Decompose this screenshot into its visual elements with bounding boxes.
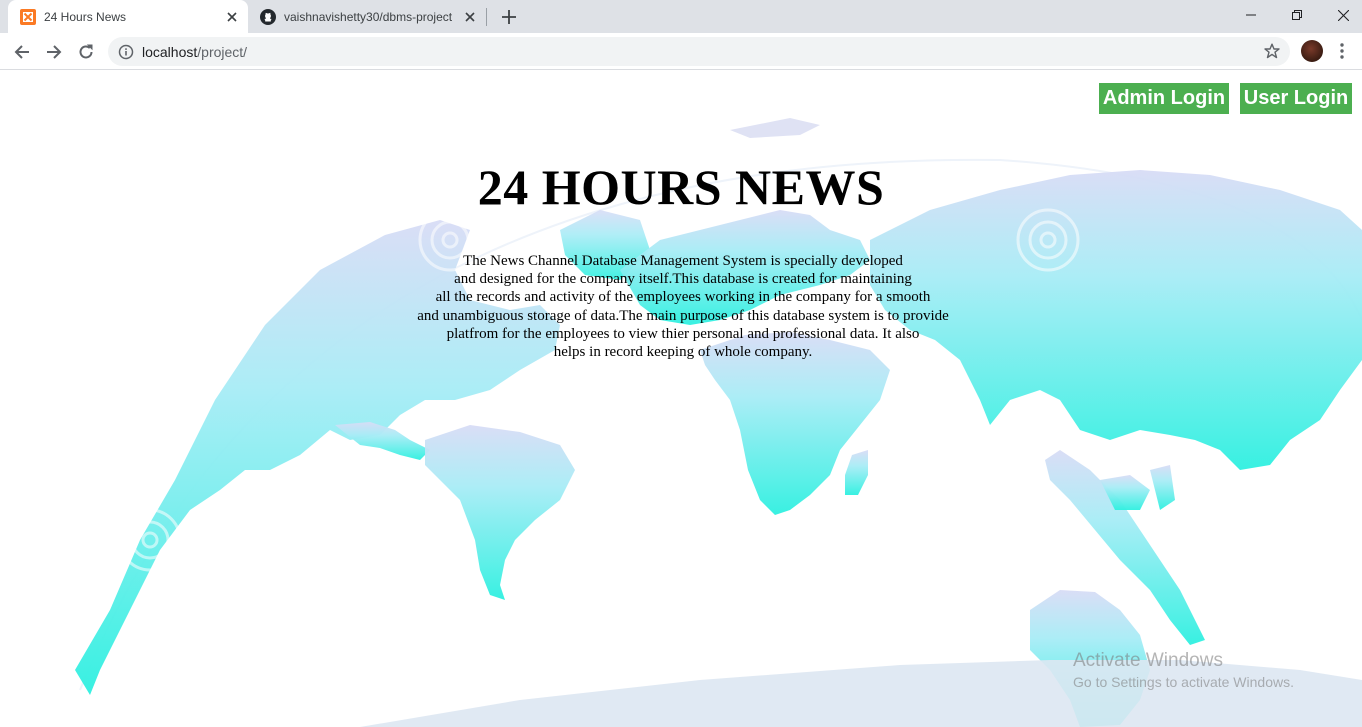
description-line: helps in record keeping of whole company…: [553, 344, 813, 361]
browser-toolbar: localhost/project/: [0, 33, 1362, 70]
menu-kebab-icon[interactable]: [1336, 41, 1348, 61]
tab-title: vaishnavishetty30/dbms-project: [284, 9, 453, 24]
close-tab-icon[interactable]: [222, 7, 242, 27]
tab-github[interactable]: vaishnavishetty30/dbms-project: [248, 0, 486, 33]
tab-separator: [486, 8, 487, 26]
description-line: and designed for the company itself.This…: [454, 271, 912, 288]
info-icon[interactable]: [118, 44, 134, 60]
page-viewport: Admin Login User Login 24 HOURS NEWS The…: [0, 70, 1362, 727]
bookmark-star-icon[interactable]: [1264, 43, 1280, 59]
restore-icon: [1292, 10, 1302, 20]
close-icon: [1337, 9, 1349, 21]
watermark-subtitle: Go to Settings to activate Windows.: [1073, 674, 1294, 690]
restore-button[interactable]: [1274, 0, 1320, 30]
minimize-button[interactable]: [1228, 0, 1274, 30]
description-line: platfrom for the employees to view thier…: [446, 325, 920, 342]
url-host: localhost: [142, 43, 198, 60]
reload-button[interactable]: [72, 38, 100, 66]
plus-icon: [502, 10, 516, 24]
activate-windows-watermark: Activate Windows Go to Settings to activ…: [1073, 650, 1294, 690]
tab-24-hours-news[interactable]: 24 Hours News: [8, 0, 248, 33]
close-tab-icon[interactable]: [460, 7, 480, 27]
arrow-left-icon: [14, 45, 29, 59]
description-paragraph: The News Channel Database Management Sys…: [383, 252, 983, 361]
close-window-button[interactable]: [1320, 0, 1362, 30]
description-line: and unambiguous storage of data.The main…: [417, 307, 949, 324]
arrow-right-icon: [47, 45, 62, 59]
description-line: The News Channel Database Management Sys…: [463, 253, 903, 269]
page-title: 24 HOURS NEWS: [477, 159, 885, 215]
minimize-icon: [1246, 14, 1256, 16]
new-tab-button[interactable]: [497, 5, 521, 29]
watermark-title: Activate Windows: [1073, 650, 1223, 671]
user-login-button[interactable]: User Login: [1240, 83, 1352, 114]
browser-tab-strip: 24 Hours News vaishnavishetty30/dbms-pro…: [0, 0, 1362, 33]
profile-avatar[interactable]: [1301, 40, 1323, 62]
github-icon: [260, 8, 276, 25]
back-button[interactable]: [8, 38, 36, 66]
forward-button[interactable]: [40, 38, 68, 66]
admin-login-button[interactable]: Admin Login: [1099, 83, 1229, 114]
address-bar[interactable]: localhost/project/: [108, 37, 1290, 66]
url-path: /project/: [197, 43, 248, 60]
tab-title: 24 Hours News: [44, 9, 127, 24]
reload-icon: [79, 44, 93, 59]
description-line: all the records and activity of the empl…: [435, 289, 931, 306]
xampp-icon: [20, 8, 36, 25]
